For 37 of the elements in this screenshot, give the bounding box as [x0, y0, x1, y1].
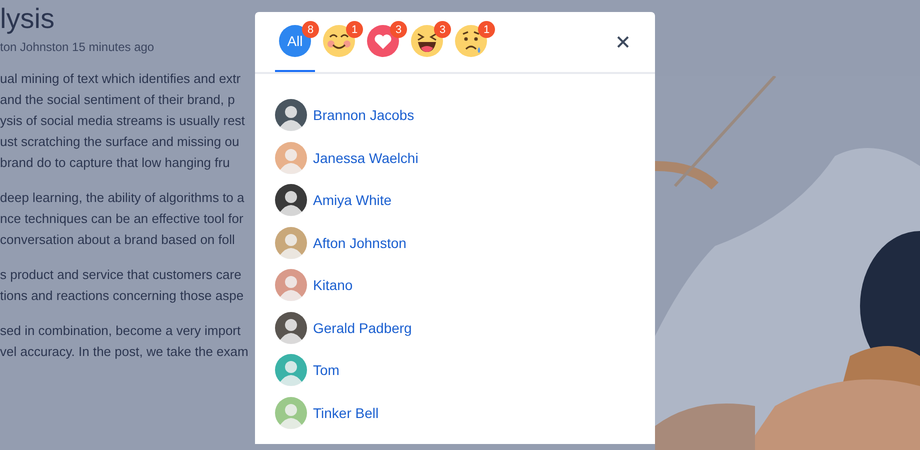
article-title: lysis — [0, 4, 56, 34]
person-name-link[interactable]: Tom — [313, 362, 340, 378]
article-meta: ton Johnston 15 minutes ago — [0, 40, 156, 54]
close-icon — [617, 36, 629, 48]
person-name-link[interactable]: Tinker Bell — [313, 404, 379, 421]
avatar — [275, 354, 307, 386]
count-badge: 1 — [478, 21, 495, 38]
paragraph-line: ust scratching the surface and missing ou — [0, 133, 240, 151]
paragraph-line: ual mining of text which identifies and extr — [0, 70, 242, 88]
avatar — [275, 226, 307, 259]
person-name-link[interactable]: Gerald Padberg — [313, 320, 412, 336]
count-badge: 3 — [390, 21, 407, 38]
paragraph-line: vel accuracy. In the post, we take the exam — [0, 343, 250, 361]
paragraph-line: conversation about a brand based on foll — [0, 231, 236, 249]
paragraph-line: and the social sentiment of their brand, p — [0, 91, 236, 109]
avatar — [275, 184, 307, 216]
count-badge: 8 — [302, 21, 319, 38]
avatar — [275, 396, 307, 429]
count-badge: 3 — [434, 21, 451, 38]
person-name-link[interactable]: Amiya White — [313, 192, 392, 208]
person-name-link[interactable]: Afton Johnston — [313, 234, 406, 251]
paragraph-line: tions and reactions concerning those aspe — [0, 287, 245, 305]
paragraph-line: ysis of social media streams is usually rest — [0, 112, 246, 130]
avatar — [275, 312, 307, 344]
person-name-link[interactable]: Janessa Waelchi — [313, 150, 418, 166]
paragraph-line: deep learning, the ability of algorithms to a — [0, 189, 246, 207]
paragraph-line: sed in combination, become a very import — [0, 322, 242, 340]
paragraph-line: s product and service that customers care — [0, 266, 242, 284]
paragraph-line: nce techniques can be an effective tool for — [0, 210, 244, 228]
count-badge: 1 — [346, 21, 363, 38]
paragraph-line: brand do to capture that low hanging fru — [0, 154, 231, 172]
avatar — [275, 269, 307, 302]
person-name-link[interactable]: Brannon Jacobs — [313, 107, 414, 124]
reaction-tab[interactable]: All 8 — [275, 12, 315, 72]
person-name-link[interactable]: Kitano — [313, 277, 353, 294]
avatar — [275, 142, 307, 174]
avatar — [275, 99, 307, 132]
